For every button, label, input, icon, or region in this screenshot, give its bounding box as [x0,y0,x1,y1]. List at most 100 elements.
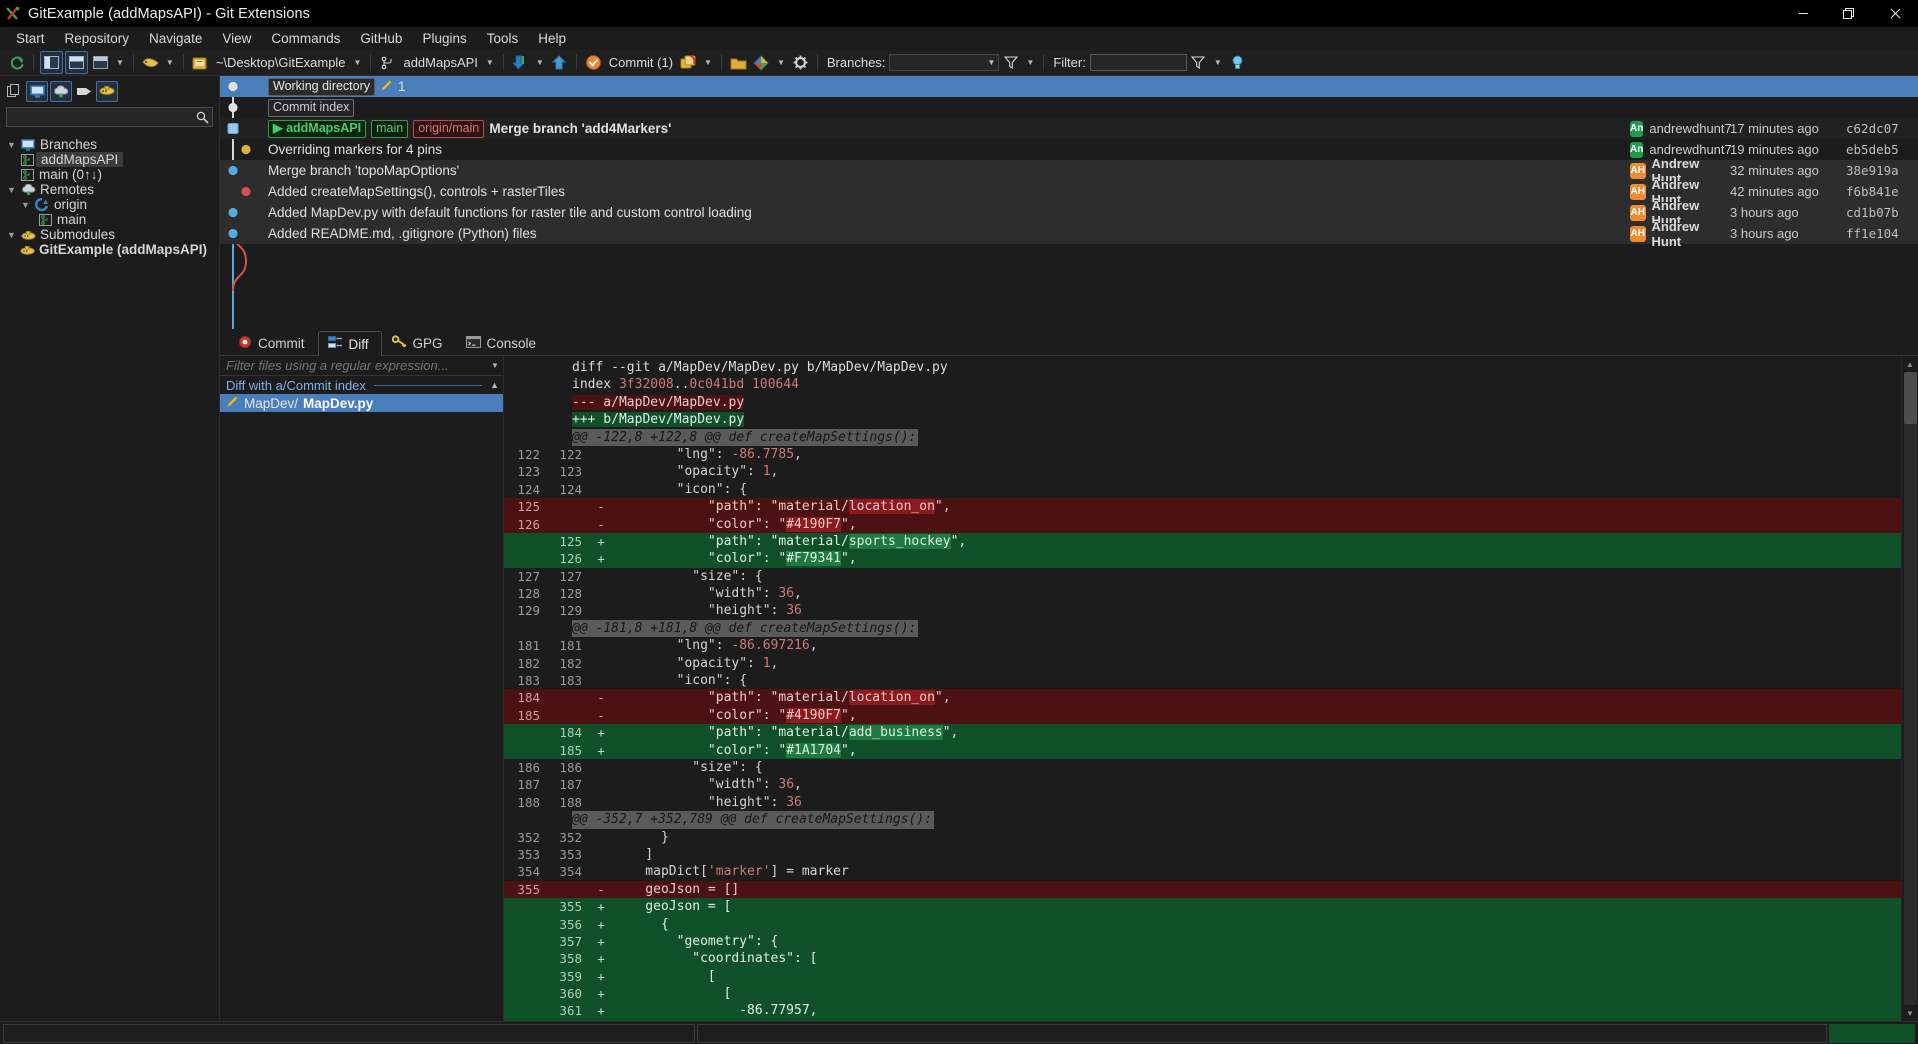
chevron-down-icon[interactable]: ▼ [4,230,19,240]
stash-dropdown-caret-icon[interactable]: ▼ [162,58,178,67]
commit-row-working-directory[interactable]: Working directory 1 [220,76,1918,97]
filter-funnel-icon[interactable] [1188,52,1209,73]
chevron-down-icon[interactable]: ▼ [18,200,33,210]
layout-top-icon[interactable] [65,51,88,74]
file-filter-row[interactable]: ▼ [220,356,503,376]
commit-message-cell: Added MapDev.py with default functions f… [264,205,1630,220]
layout-left-icon[interactable] [40,51,63,74]
menu-github[interactable]: GitHub [350,28,412,50]
tab-diff[interactable]: Diff [317,331,382,356]
git-gui-diamond-icon[interactable] [751,52,772,73]
chevron-down-icon[interactable]: ▼ [487,361,503,370]
copy-icon[interactable] [4,82,24,101]
diff-sign: + [597,551,605,567]
submodules-icon[interactable] [96,80,118,102]
hint-bulb-icon[interactable] [1227,52,1248,73]
tree-node-branches[interactable]: ▼ Branches [0,137,219,152]
tree-node-submodules[interactable]: ▼ Submodules [0,227,219,242]
diff-line-ctx: 127 127 "size": { [504,568,1901,585]
chevron-up-icon[interactable]: ▲ [490,380,499,390]
tree-node-origin-main[interactable]: main [0,212,219,227]
commit-log-list[interactable]: Working directory 1 Commit index ▶ addMa… [220,76,1918,329]
minimize-button[interactable] [1780,0,1826,27]
scrollbar-thumb[interactable] [1903,372,1917,424]
layout-right-icon[interactable] [90,52,111,73]
diff-view[interactable]: diff --git a/MapDev/MapDev.py b/MapDev/M… [504,356,1901,1021]
tags-icon[interactable] [74,82,94,101]
tab-commit[interactable]: Commit [228,330,318,355]
tree-node-main-local[interactable]: main (0↑↓) [0,167,219,182]
diff-line-added: 359 + [ [504,967,1901,986]
diff-line-old-file: --- a/MapDev/MapDev.py [504,394,1901,411]
branch-chip-main[interactable]: main [371,119,409,138]
cherry-dropdown-caret-icon[interactable]: ▼ [700,58,716,67]
search-icon[interactable] [192,111,212,124]
push-icon[interactable] [549,52,570,73]
pull-dropdown-caret-icon[interactable]: ▼ [532,58,548,67]
tree-node-gitexample-submodule[interactable]: GitExample (addMapsAPI) [0,242,219,257]
chevron-down-icon[interactable]: ▼ [4,140,19,150]
tree-node-origin[interactable]: ▼ origin [0,197,219,212]
commit-row-c62dc07[interactable]: ▶ addMapsAPI main origin/main Merge bran… [220,118,1918,139]
menu-tools[interactable]: Tools [477,28,529,50]
chevron-down-icon[interactable]: ▼ [4,185,19,195]
menu-help[interactable]: Help [528,28,576,50]
branch-dropdown-caret-icon[interactable]: ▼ [482,58,498,67]
repository-dropdown-caret-icon[interactable]: ▼ [350,58,366,67]
diff-sign: + [597,968,605,984]
refresh-icon[interactable] [6,52,27,73]
filter-input[interactable] [1089,54,1187,71]
pull-icon[interactable] [510,52,531,73]
diff-line-removed: 125 - "path": "material/location_on", [504,498,1901,516]
gear-icon[interactable] [790,52,811,73]
cherry-pick-icon[interactable] [678,52,699,73]
branch-chip-origin-main[interactable]: origin/main [413,119,485,138]
tab-console[interactable]: Console [456,330,550,355]
commit-check-icon[interactable] [583,52,604,73]
branches-funnel-icon[interactable] [1000,52,1021,73]
old-line-number: 355 [517,881,540,897]
branches-select[interactable]: ▼ [889,54,1000,71]
toolbar-separator-4 [370,54,372,71]
cloud-icon [19,183,37,196]
menu-view[interactable]: View [212,28,261,50]
scroll-down-icon[interactable]: ▼ [1902,1005,1918,1021]
commit-row-commit-index[interactable]: Commit index [220,97,1918,118]
menu-navigate[interactable]: Navigate [139,28,212,50]
menu-repository[interactable]: Repository [55,28,140,50]
diff-group-header[interactable]: Diff with a/Commit index ▲ [220,376,503,394]
stash-icon[interactable] [140,52,161,73]
diff-sign: + [597,899,605,915]
working-directory-chip[interactable]: Working directory [268,77,376,96]
layout-dropdown-caret-icon[interactable]: ▼ [112,58,128,67]
diff-vertical-scrollbar[interactable]: ▲ ▼ [1901,356,1918,1021]
remotes-icon[interactable] [50,80,72,102]
close-button[interactable] [1872,0,1918,27]
old-line-number: 188 [517,794,540,810]
repository-search-input[interactable] [7,109,192,125]
filter-funnel-caret-icon[interactable]: ▼ [1210,58,1226,67]
maximize-button[interactable] [1826,0,1872,27]
tree-label: Remotes [40,182,95,197]
gitgui-dropdown-caret-icon[interactable]: ▼ [773,58,789,67]
repository-folder-icon[interactable] [190,52,211,73]
branch-chip-current[interactable]: ▶ addMapsAPI [268,119,367,138]
repository-search-box[interactable] [6,107,213,127]
menu-plugins[interactable]: Plugins [412,28,476,50]
tab-gpg[interactable]: GPG [382,330,456,355]
menu-start[interactable]: Start [6,28,55,50]
file-filter-input[interactable] [220,357,487,374]
scroll-up-icon[interactable]: ▲ [1902,356,1918,372]
commit-row-ff1e104[interactable]: Added README.md, .gitignore (Python) fil… [220,219,1918,249]
tree-node-remotes[interactable]: ▼ Remotes [0,182,219,197]
local-branches-icon[interactable] [26,80,48,102]
graph-cell [220,97,264,118]
open-folder-icon[interactable] [728,52,749,73]
file-row-mapdev-py[interactable]: MapDev/ MapDev.py [220,394,503,412]
branches-funnel-caret-icon[interactable]: ▼ [1022,58,1038,67]
commit-index-chip[interactable]: Commit index [268,98,355,117]
menu-commands[interactable]: Commands [261,28,350,50]
tree-node-addmapsapi[interactable]: addMapsAPI [0,152,219,167]
scrollbar-track[interactable] [1903,372,1917,1005]
commit-button-label[interactable]: Commit (1) [605,55,677,70]
